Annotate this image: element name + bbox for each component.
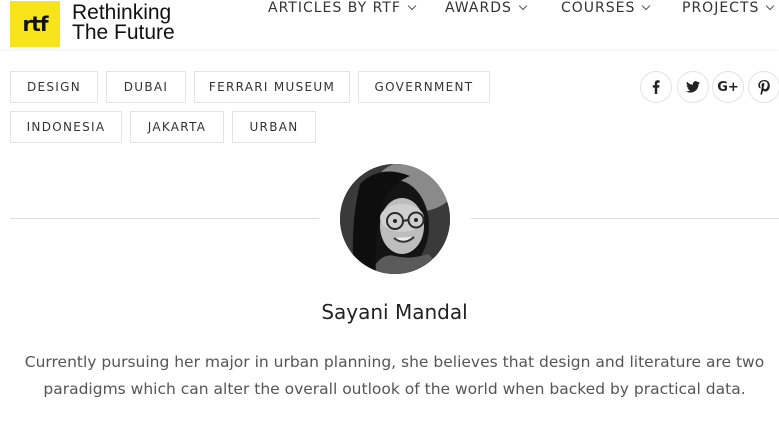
nav-label: COURSES [561,0,636,16]
share-facebook-button[interactable] [640,71,672,103]
share-twitter-button[interactable] [677,71,709,103]
avatar [340,164,450,274]
tag-indonesia[interactable]: INDONESIA [10,111,122,143]
tag-dubai[interactable]: DUBAI [106,71,186,103]
site-header: rtf Rethinking The Future ARTICLES BY RT… [0,0,779,49]
author-bio: Currently pursuing her major in urban pl… [24,353,765,398]
divider-left [10,218,319,219]
pinterest-icon [758,79,770,95]
nav-articles-by-rtf[interactable]: ARTICLES BY RTF [268,0,417,20]
tag-government[interactable]: GOVERNMENT [358,71,490,103]
tag-ferrari-museum[interactable]: FERRARI MUSEUM [194,71,350,103]
share-pinterest-button[interactable] [748,71,779,103]
brand-name[interactable]: Rethinking The Future [72,1,175,44]
chevron-down-icon [407,1,417,11]
google-plus-icon: G+ [717,79,739,95]
nav-label: AWARDS [445,0,512,16]
tag-jakarta[interactable]: JAKARTA [130,111,224,143]
chevron-down-icon [642,1,651,11]
tag-design[interactable]: DESIGN [10,71,98,103]
nav-projects[interactable]: PROJECTS [682,0,775,20]
logo-mark: rtf [22,12,48,36]
author-photo [340,164,450,274]
author-name[interactable]: Sayani Mandal [0,300,779,324]
tag-urban[interactable]: URBAN [232,111,316,143]
nav-label: PROJECTS [682,0,760,16]
brand-line-1: Rethinking [72,1,172,24]
chevron-down-icon [766,1,775,11]
share-google-plus-button[interactable]: G+ [712,71,744,103]
nav-courses[interactable]: COURSES [561,0,651,20]
nav-label: ARTICLES BY RTF [268,0,401,16]
twitter-icon [686,81,700,93]
brand-line-2: The Future [72,21,175,44]
nav-awards[interactable]: AWARDS [445,0,528,20]
chevron-down-icon [518,1,528,11]
facebook-icon [652,80,660,94]
divider-right [471,218,779,219]
logo[interactable]: rtf [10,1,60,47]
